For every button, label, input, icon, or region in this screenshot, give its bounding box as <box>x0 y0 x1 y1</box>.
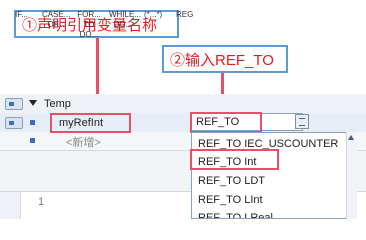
while-button[interactable]: WHILE... DO... <box>109 10 141 30</box>
variable-name-text[interactable]: myRefInt <box>59 117 103 129</box>
temp-section-row[interactable]: Temp <box>0 94 366 114</box>
comment-button[interactable]: (*...*) <box>144 10 162 20</box>
annotation-step-2-text: ②输入REF_TO <box>170 52 274 69</box>
for-button-label: FOR... TO DO... <box>77 10 101 39</box>
arrow-1-line <box>96 38 99 101</box>
type-dropdown[interactable]: REF_TO IEC_USCOUNTER REF_TO Int REF_TO L… <box>191 132 356 219</box>
temp-icon <box>5 98 23 110</box>
new-variable-bullet-icon <box>30 138 35 143</box>
new-variable-placeholder[interactable]: <新增> <box>66 134 101 150</box>
dropdown-scrollbar[interactable] <box>346 132 357 219</box>
line-number: 1 <box>38 196 45 208</box>
type-picker-icon[interactable] <box>295 114 309 129</box>
temp-label: Temp <box>44 98 71 110</box>
dropdown-item-ref-to-lint[interactable]: REF_TO LInt <box>198 192 348 208</box>
line-gutter <box>0 192 21 219</box>
case-button-label: CASE... OF... <box>42 10 71 29</box>
region-button[interactable]: REG <box>176 10 193 20</box>
variable-bullet-icon <box>30 120 35 125</box>
selected-item-highlight <box>190 149 279 170</box>
region-button-label: REG <box>176 10 194 19</box>
expand-arrow-icon[interactable] <box>29 100 37 106</box>
case-button[interactable]: CASE... OF... <box>42 10 70 30</box>
if-button-label: IF... <box>15 10 28 19</box>
scroll-up-icon[interactable] <box>348 135 354 140</box>
dropdown-item-ref-to-lreal[interactable]: REF_TO LReal <box>198 210 348 218</box>
variable-icon <box>5 117 23 129</box>
if-button[interactable]: IF... <box>15 10 28 20</box>
while-button-label: WHILE... DO... <box>109 10 142 29</box>
dropdown-item-ref-to-ldt[interactable]: REF_TO LDT <box>198 173 348 189</box>
variable-name-highlight: myRefInt <box>50 113 131 133</box>
comment-button-label: (*...*) <box>144 10 163 19</box>
for-button[interactable]: FOR... TO DO... <box>76 10 102 40</box>
annotation-step-2: ②输入REF_TO <box>162 45 288 73</box>
variable-type-highlight <box>190 112 262 133</box>
